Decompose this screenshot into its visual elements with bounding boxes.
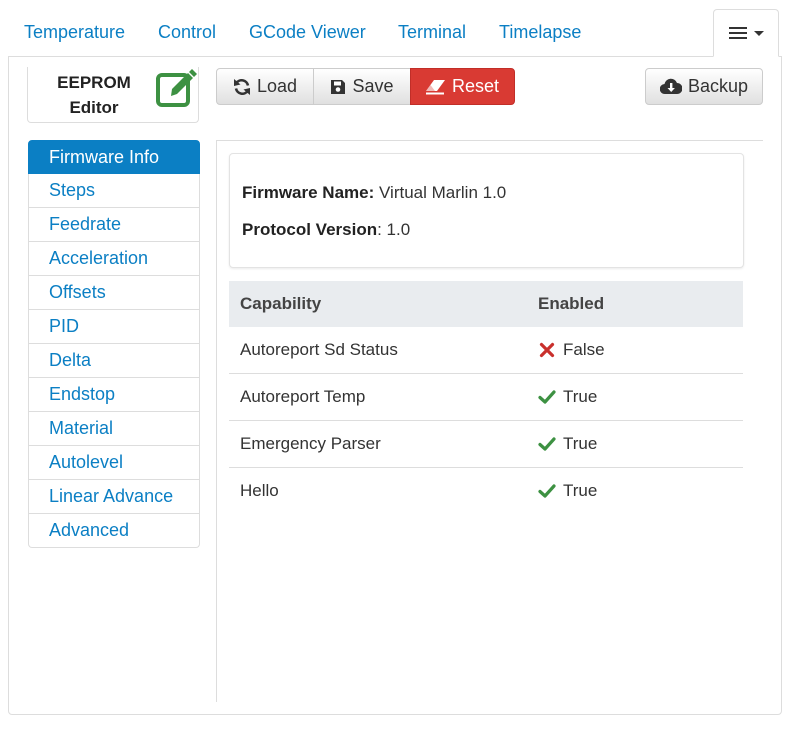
save-button[interactable]: Save bbox=[313, 68, 411, 105]
eraser-icon bbox=[425, 79, 445, 94]
tab-control[interactable]: Control bbox=[150, 8, 224, 56]
table-row: Emergency Parser True bbox=[229, 421, 743, 468]
capability-name: Hello bbox=[240, 481, 279, 500]
check-icon bbox=[538, 484, 556, 498]
menu-icon bbox=[728, 27, 747, 39]
table-row: Autoreport Sd Status False bbox=[229, 327, 743, 374]
check-icon bbox=[538, 390, 556, 404]
sidebar-item-linear-advance[interactable]: Linear Advance bbox=[28, 480, 200, 514]
sidebar-item-pid[interactable]: PID bbox=[28, 310, 200, 344]
firmware-name-value: Virtual Marlin 1.0 bbox=[379, 183, 507, 202]
capability-name: Emergency Parser bbox=[240, 434, 381, 453]
sidebar-item-endstop[interactable]: Endstop bbox=[28, 378, 200, 412]
capability-enabled: False bbox=[538, 340, 743, 360]
firmware-name-label: Firmware Name: bbox=[242, 183, 375, 202]
protocol-version-label: Protocol Version bbox=[242, 220, 378, 239]
sidebar-item-firmware-info[interactable]: Firmware Info bbox=[28, 140, 200, 174]
content-divider-left bbox=[216, 140, 217, 702]
tab-timelapse[interactable]: Timelapse bbox=[491, 8, 589, 56]
firmware-name-line: Firmware Name: Virtual Marlin 1.0 bbox=[242, 183, 506, 203]
sidebar-item-material[interactable]: Material bbox=[28, 412, 200, 446]
table-header: Capability Enabled bbox=[229, 281, 743, 327]
edit-icon bbox=[156, 69, 197, 107]
capability-enabled: True bbox=[538, 387, 743, 407]
tab-overflow-menu[interactable] bbox=[713, 9, 779, 57]
caret-down-icon bbox=[753, 30, 764, 36]
column-header-enabled: Enabled bbox=[538, 294, 605, 313]
sidebar-item-autolevel[interactable]: Autolevel bbox=[28, 446, 200, 480]
protocol-version-line: Protocol Version: 1.0 bbox=[242, 220, 410, 240]
check-icon bbox=[538, 437, 556, 451]
sidebar-item-offsets[interactable]: Offsets bbox=[28, 276, 200, 310]
save-icon bbox=[331, 79, 346, 94]
capability-enabled: True bbox=[538, 434, 743, 454]
eeprom-editor-header: EEPROM Editor bbox=[27, 67, 199, 123]
page-title: EEPROM Editor bbox=[57, 73, 131, 117]
table-row: Hello True bbox=[229, 468, 743, 514]
reset-button[interactable]: Reset bbox=[410, 68, 515, 105]
table-row: Autoreport Temp True bbox=[229, 374, 743, 421]
column-header-capability: Capability bbox=[240, 294, 322, 313]
sidebar-item-feedrate[interactable]: Feedrate bbox=[28, 208, 200, 242]
backup-button[interactable]: Backup bbox=[645, 68, 763, 105]
tab-temperature[interactable]: Temperature bbox=[16, 8, 133, 56]
capabilities-table: Capability Enabled Autoreport Sd Status … bbox=[229, 281, 743, 514]
sidebar-item-delta[interactable]: Delta bbox=[28, 344, 200, 378]
refresh-icon bbox=[233, 78, 250, 95]
load-button[interactable]: Load bbox=[216, 68, 314, 105]
sidebar-item-steps[interactable]: Steps bbox=[28, 174, 200, 208]
tab-bar: Temperature Control GCode Viewer Termina… bbox=[8, 8, 782, 57]
content-divider-top bbox=[216, 140, 763, 141]
capability-enabled: True bbox=[538, 481, 743, 501]
eeprom-section-nav: Firmware Info Steps Feedrate Acceleratio… bbox=[28, 140, 200, 548]
capability-name: Autoreport Sd Status bbox=[240, 340, 398, 359]
tab-terminal[interactable]: Terminal bbox=[390, 8, 474, 56]
tab-gcode-viewer[interactable]: GCode Viewer bbox=[241, 8, 374, 56]
sidebar-item-acceleration[interactable]: Acceleration bbox=[28, 242, 200, 276]
cloud-download-icon bbox=[659, 78, 682, 95]
firmware-info-card: Firmware Name: Virtual Marlin 1.0 Protoc… bbox=[229, 153, 744, 268]
protocol-version-value: : 1.0 bbox=[377, 220, 411, 239]
cross-icon bbox=[539, 342, 555, 358]
sidebar-item-advanced[interactable]: Advanced bbox=[28, 514, 200, 548]
capability-name: Autoreport Temp bbox=[240, 387, 366, 406]
